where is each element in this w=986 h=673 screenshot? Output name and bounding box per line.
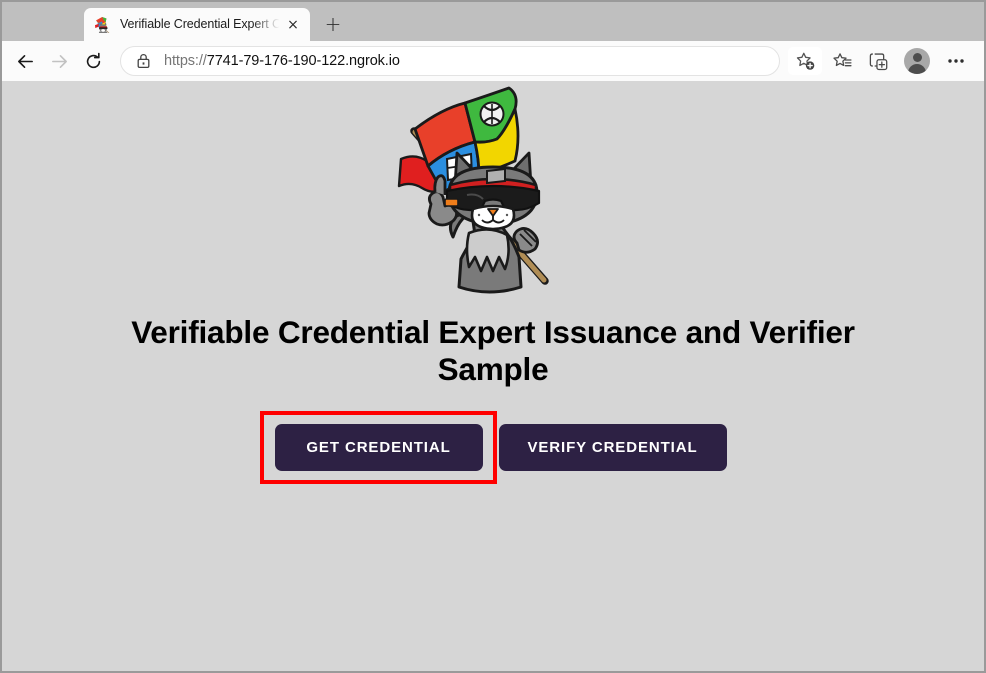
ninjacat-logo: [393, 85, 593, 297]
url-host: 7741-79-176-190-122.ngrok.io: [206, 53, 400, 69]
page-title: Verifiable Credential Expert Issuance an…: [131, 314, 855, 388]
get-credential-button[interactable]: GET CREDENTIAL: [274, 423, 483, 471]
avatar-icon[interactable]: [904, 48, 930, 74]
reload-button[interactable]: [76, 45, 110, 77]
action-button-row: GET CREDENTIAL VERIFY CREDENTIAL: [259, 410, 727, 484]
verify-credential-button[interactable]: VERIFY CREDENTIAL: [498, 423, 727, 471]
back-button[interactable]: [8, 45, 42, 77]
ellipsis-icon[interactable]: [938, 45, 974, 77]
url-scheme: https://: [164, 53, 207, 69]
star-list-icon[interactable]: [824, 45, 860, 77]
tab-strip: Verifiable Credential Expert Client × +: [2, 2, 984, 41]
browser-tab[interactable]: Verifiable Credential Expert Client ×: [84, 8, 310, 41]
padlock-icon[interactable]: [134, 53, 152, 69]
tab-title: Verifiable Credential Expert Client: [120, 17, 281, 31]
page-content: Verifiable Credential Expert Issuance an…: [2, 81, 984, 671]
ninjacat-favicon: [94, 16, 111, 35]
browser-toolbar: https://7741-79-176-190-122.ngrok.io: [2, 41, 984, 81]
address-bar[interactable]: https://7741-79-176-190-122.ngrok.io: [120, 46, 780, 76]
star-plus-icon[interactable]: [788, 47, 822, 75]
browser-window: Verifiable Credential Expert Client × +: [0, 0, 986, 673]
get-credential-highlight-box: GET CREDENTIAL: [259, 410, 497, 484]
url-text: https://7741-79-176-190-122.ngrok.io: [164, 53, 771, 69]
forward-button: [42, 45, 76, 77]
collections-plus-icon[interactable]: [860, 45, 896, 77]
close-icon[interactable]: ×: [283, 15, 303, 35]
new-tab-button[interactable]: +: [317, 9, 349, 39]
